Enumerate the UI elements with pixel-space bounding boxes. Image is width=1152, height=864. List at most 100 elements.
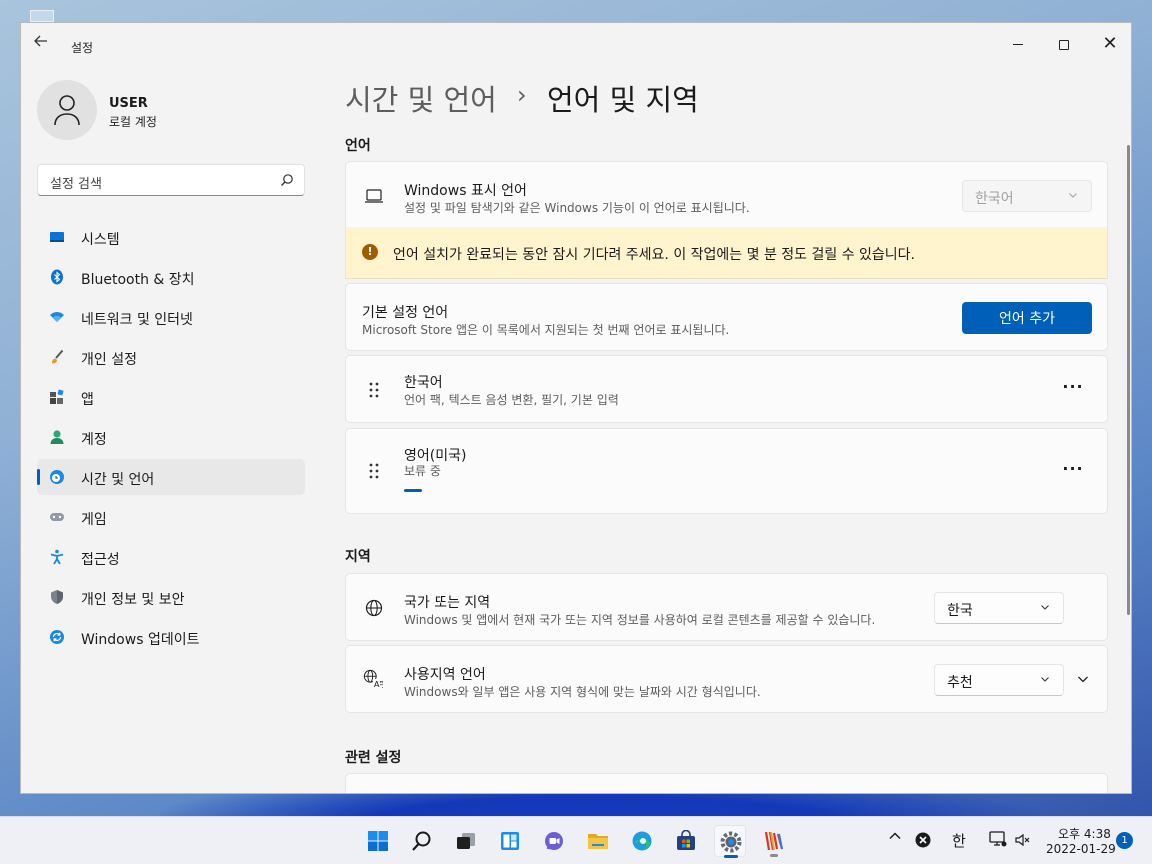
close-circle-icon (915, 832, 931, 848)
maximize-button[interactable] (1041, 29, 1087, 59)
back-button[interactable] (33, 33, 55, 49)
language-desc: 언어 팩, 텍스트 음성 변환, 필기, 기본 입력 (404, 393, 619, 407)
gamepad-icon (50, 513, 64, 521)
clock-time[interactable]: 오후 4:38 (1058, 825, 1111, 842)
sidebar-item-network[interactable]: 네트워크 및 인터넷 (37, 299, 305, 335)
sidebar-item-windows-update[interactable]: Windows 업데이트 (37, 619, 305, 655)
language-name: 한국어 (404, 375, 443, 391)
country-dropdown[interactable]: 한국 (934, 592, 1064, 624)
back-arrow-icon (34, 35, 47, 47)
sidebar-item-gaming[interactable]: 게임 (37, 499, 305, 535)
add-language-button[interactable]: 언어 추가 (962, 302, 1092, 334)
sidebar-item-accounts[interactable]: 계정 (37, 419, 305, 455)
language-format-icon: A字 (363, 669, 383, 689)
preferred-languages-card: 기본 설정 언어 Microsoft Store 앱은 이 목록에서 지원되는 … (345, 283, 1108, 351)
edge-icon (632, 831, 652, 851)
chat-button[interactable] (538, 825, 570, 857)
minimize-icon (1013, 43, 1023, 46)
sidebar-item-label: 시간 및 언어 (81, 472, 155, 488)
language-item-english-us[interactable]: 영어(미국) 보류 중 ··· (345, 428, 1108, 514)
chevron-down-icon (1041, 677, 1049, 682)
file-explorer-icon (588, 834, 608, 849)
display-language-title: Windows 표시 언어 (404, 183, 527, 199)
sidebar-item-label: 네트워크 및 인터넷 (81, 312, 193, 328)
tray-overflow-button[interactable] (888, 829, 902, 847)
sidebar-item-label: Windows 업데이트 (81, 632, 200, 648)
section-title-region: 지역 (345, 549, 371, 565)
more-options-button[interactable]: ··· (1058, 456, 1088, 486)
preferred-title: 기본 설정 언어 (362, 305, 449, 321)
breadcrumb-parent[interactable]: 시간 및 언어 (345, 77, 497, 119)
search-icon (412, 831, 431, 851)
desktop-icon[interactable] (30, 10, 54, 22)
display-language-dropdown[interactable]: 한국어 (962, 180, 1092, 212)
taskbar-search-button[interactable] (406, 825, 438, 857)
sidebar-item-system[interactable]: 시스템 (37, 219, 305, 255)
edge-button[interactable] (626, 825, 658, 857)
drag-handle-icon[interactable] (366, 461, 382, 481)
sidebar-item-apps[interactable]: 앱 (37, 379, 305, 415)
globe-icon (365, 599, 383, 617)
clock-date[interactable]: 2022-01-29 (1046, 842, 1116, 856)
notification-badge[interactable]: 1 (1116, 832, 1133, 849)
search-placeholder: 설정 검색 (50, 177, 102, 192)
task-view-button[interactable] (450, 825, 482, 857)
brush-icon (52, 349, 64, 364)
taskbar: 한 오후 4:38 2022-01-29 1 (0, 816, 1152, 864)
preferred-desc: Microsoft Store 앱은 이 목록에서 지원되는 첫 번째 언어로 … (362, 323, 730, 337)
warning-text: 언어 설치가 완료되는 동안 잠시 기다려 주세요. 이 작업에는 몇 분 정도… (393, 247, 916, 263)
close-icon: ✕ (1102, 33, 1118, 54)
chevron-up-icon (889, 832, 901, 840)
ime-indicator[interactable]: 한 (952, 830, 966, 851)
search-input[interactable]: 설정 검색 (37, 164, 305, 196)
regional-format-title: 사용지역 언어 (404, 667, 486, 683)
shield-icon (51, 590, 63, 604)
sidebar-item-bluetooth[interactable]: Bluetooth & 장치 (37, 259, 305, 295)
volume-button[interactable] (1015, 833, 1031, 851)
scrollbar[interactable] (1127, 145, 1130, 615)
start-button[interactable] (362, 825, 394, 857)
sidebar-item-time-language[interactable]: 시간 및 언어 (37, 459, 305, 495)
minimize-button[interactable] (995, 29, 1041, 59)
settings-taskbar-button[interactable] (714, 825, 746, 858)
sidebar-item-privacy[interactable]: 개인 정보 및 보안 (37, 579, 305, 615)
search-icon (281, 174, 293, 186)
sidebar-item-personalization[interactable]: 개인 설정 (37, 339, 305, 375)
chevron-down-icon (1069, 193, 1077, 198)
sidebar-item-label: 개인 설정 (81, 352, 137, 368)
language-item-korean[interactable]: 한국어 언어 팩, 텍스트 음성 변환, 필기, 기본 입력 ··· (345, 355, 1108, 423)
settings-window: 설정 ✕ USER 로컬 계정 설정 검색 시스템 Bluetooth & 장치… (20, 22, 1132, 794)
regional-format-card[interactable]: A字 사용지역 언어 Windows와 일부 앱은 사용 지역 형식에 맞는 날… (345, 645, 1108, 713)
running-indicator (770, 854, 778, 857)
language-status: 보류 중 (404, 464, 441, 478)
country-title: 국가 또는 지역 (404, 595, 491, 611)
settings-icon (720, 831, 742, 853)
install-warning-bar: ! 언어 설치가 완료되는 동안 잠시 기다려 주세요. 이 작업에는 몇 분 … (345, 227, 1108, 279)
app-title: 설정 (71, 41, 94, 55)
regional-format-dropdown[interactable]: 추천 (934, 664, 1064, 696)
account-icon (50, 430, 64, 444)
more-options-button[interactable]: ··· (1058, 374, 1088, 404)
svg-text:A字: A字 (374, 679, 383, 689)
file-explorer-button[interactable] (582, 825, 614, 857)
store-button[interactable] (670, 825, 702, 857)
sidebar-item-label: 게임 (81, 512, 107, 528)
pinned-app-button[interactable] (758, 825, 790, 857)
related-settings-card[interactable] (345, 773, 1108, 793)
account-type: 로컬 계정 (109, 115, 157, 129)
widgets-icon (501, 832, 519, 850)
title-bar: 설정 ✕ (21, 23, 1131, 55)
tray-app-button[interactable] (915, 832, 931, 852)
avatar[interactable] (37, 80, 97, 140)
wifi-icon (50, 312, 64, 322)
expand-chevron-icon[interactable] (1076, 672, 1090, 686)
network-button[interactable] (989, 831, 1007, 852)
widgets-button[interactable] (494, 825, 526, 857)
sidebar-item-label: Bluetooth & 장치 (81, 272, 195, 288)
close-button[interactable]: ✕ (1087, 29, 1131, 59)
country-region-card: 국가 또는 지역 Windows 및 앱에서 현재 국가 또는 지역 정보를 사… (345, 573, 1108, 641)
apps-icon (50, 389, 64, 404)
sidebar-item-accessibility[interactable]: 접근성 (37, 539, 305, 575)
drag-handle-icon[interactable] (366, 380, 382, 400)
regional-format-desc: Windows와 일부 앱은 사용 지역 형식에 맞는 날짜와 시간 형식입니다… (404, 685, 761, 699)
